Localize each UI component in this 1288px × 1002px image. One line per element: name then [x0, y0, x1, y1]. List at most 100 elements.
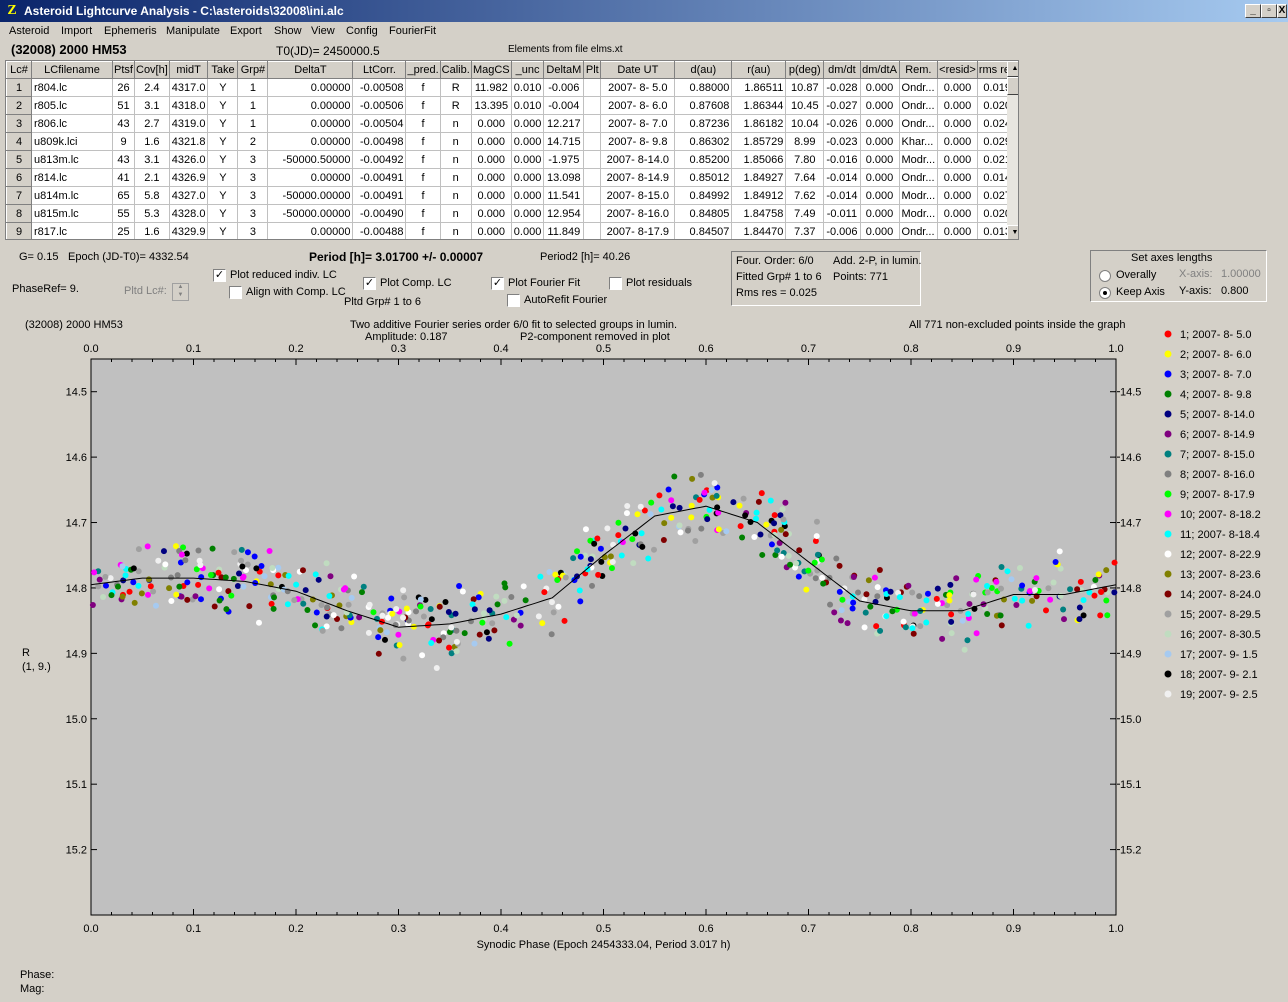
table-cell[interactable]: 0.000: [470, 132, 512, 151]
table-cell[interactable]: 1.6: [134, 222, 170, 239]
table-cell[interactable]: Y: [207, 78, 239, 97]
table-cell[interactable]: n: [439, 186, 472, 205]
table-cell[interactable]: -0.027: [823, 96, 861, 115]
keep-axis-radio[interactable]: [1099, 287, 1111, 299]
table-cell[interactable]: f: [405, 168, 441, 187]
table-cell[interactable]: 4318.0: [168, 96, 209, 115]
table-cell[interactable]: 2.1: [134, 168, 170, 187]
table-cell[interactable]: 11.849: [543, 222, 585, 239]
table-row[interactable]: 7 u814m.lc 65 5.8 4327.0 Y 3 -50000.00000 -0.004…: [6, 186, 1018, 205]
table-cell[interactable]: 0.00000: [267, 78, 354, 97]
table-cell[interactable]: 13.098: [543, 168, 585, 187]
chart-svg[interactable]: 0.0 0.0 0.1 0.1 0.2 0.2 0.3 0.3 0.4 0.4 0.5 0.5 0.6 0…: [19, 315, 1269, 963]
table-row[interactable]: 5 u813m.lc 43 3.1 4326.0 Y 3 -50000.50000 -0.004…: [6, 150, 1018, 169]
table-cell[interactable]: 3.1: [134, 150, 170, 169]
menu-view[interactable]: View: [311, 25, 335, 37]
table-cell[interactable]: 1.84758: [731, 204, 787, 223]
table-cell[interactable]: 0.000: [859, 96, 900, 115]
table-cell[interactable]: Khar...: [898, 132, 939, 151]
table-cell[interactable]: 2007- 8-16.0: [600, 204, 676, 223]
table-row[interactable]: 8 u815m.lc 55 5.3 4328.0 Y 3 -50000.00000 -0.004…: [6, 204, 1018, 223]
table-cell[interactable]: f: [405, 186, 441, 205]
table-cell[interactable]: -0.006: [543, 78, 585, 97]
table-cell[interactable]: 0.000: [859, 132, 900, 151]
table-cell[interactable]: u809k.lci: [31, 132, 113, 151]
table-cell[interactable]: 10.45: [785, 96, 825, 115]
table-cell[interactable]: -0.00491: [352, 186, 407, 205]
table-cell[interactable]: 0.00000: [267, 222, 354, 239]
column-header[interactable]: DeltaM: [543, 61, 585, 79]
table-cell[interactable]: 0.00000: [267, 114, 354, 133]
column-header[interactable]: MagCS: [470, 61, 512, 79]
table-cell[interactable]: u813m.lc: [31, 150, 113, 169]
table-cell[interactable]: 0.000: [937, 132, 978, 151]
table-cell[interactable]: 7.37: [785, 222, 825, 239]
table-cell[interactable]: -0.00488: [352, 222, 407, 239]
menu-fourierfit[interactable]: FourierFit: [389, 25, 436, 37]
table-cell[interactable]: 13.395: [470, 96, 512, 115]
table-cell[interactable]: 2007- 8-17.9: [600, 222, 676, 239]
table-cell[interactable]: 3: [237, 186, 269, 205]
table-cell[interactable]: 7.62: [785, 186, 825, 205]
table-cell[interactable]: 43: [112, 150, 135, 169]
table-cell[interactable]: Y: [207, 222, 239, 239]
table-cell[interactable]: 7.49: [785, 204, 825, 223]
row-header[interactable]: 1: [6, 78, 32, 97]
table-cell[interactable]: 4326.0: [168, 150, 209, 169]
table-cell[interactable]: 0.000: [937, 222, 978, 239]
row-header[interactable]: 3: [6, 114, 32, 133]
table-cell[interactable]: 0.85012: [674, 168, 733, 187]
table-cell[interactable]: 2007- 8- 5.0: [600, 78, 676, 97]
table-cell[interactable]: 4319.0: [168, 114, 209, 133]
menu-import[interactable]: Import: [61, 25, 92, 37]
xaxis-value[interactable]: 1.00000: [1221, 268, 1261, 280]
table-cell[interactable]: 0.000: [859, 204, 900, 223]
table-cell[interactable]: 0.000: [470, 204, 512, 223]
table-cell[interactable]: -50000.50000: [267, 150, 354, 169]
table-cell[interactable]: [583, 132, 602, 151]
table-cell[interactable]: -0.00491: [352, 168, 407, 187]
column-header[interactable]: p(deg): [785, 61, 825, 79]
table-cell[interactable]: 12.954: [543, 204, 585, 223]
table-cell[interactable]: 3: [237, 168, 269, 187]
table-cell[interactable]: n: [439, 132, 472, 151]
menu-ephemeris[interactable]: Ephemeris: [104, 25, 157, 37]
table-cell[interactable]: 1.84912: [731, 186, 787, 205]
scroll-up-arrow-icon[interactable]: ▲: [1007, 61, 1018, 77]
pltd-lc-spinner[interactable]: ▲ ▼: [172, 283, 189, 301]
table-cell[interactable]: 3: [237, 150, 269, 169]
table-cell[interactable]: 1: [237, 96, 269, 115]
table-cell[interactable]: 1.84470: [731, 222, 787, 239]
column-header[interactable]: Lc#: [6, 61, 32, 79]
menu-export[interactable]: Export: [230, 25, 262, 37]
table-cell[interactable]: 11.982: [470, 78, 512, 97]
row-header[interactable]: 8: [6, 204, 32, 223]
table-cell[interactable]: Y: [207, 168, 239, 187]
table-cell[interactable]: 4329.9: [168, 222, 209, 239]
table-cell[interactable]: -0.006: [823, 222, 861, 239]
table-cell[interactable]: 0.000: [470, 150, 512, 169]
table-cell[interactable]: 65: [112, 186, 135, 205]
plot-area[interactable]: [90, 358, 1117, 916]
table-cell[interactable]: -0.016: [823, 150, 861, 169]
table-row[interactable]: 4 u809k.lci 9 1.6 4321.8 Y 2 0.00000 -0.00498 f n 0…: [6, 132, 1018, 151]
table-cell[interactable]: 0.000: [510, 168, 545, 187]
table-cell[interactable]: 1.85066: [731, 150, 787, 169]
minimize-button[interactable]: _: [1245, 4, 1261, 18]
table-cell[interactable]: 11.541: [543, 186, 585, 205]
table-cell[interactable]: 0.87608: [674, 96, 733, 115]
column-header[interactable]: DeltaT: [267, 61, 354, 79]
table-cell[interactable]: f: [405, 132, 441, 151]
table-cell[interactable]: Modr...: [898, 186, 939, 205]
table-cell[interactable]: 0.010: [510, 78, 545, 97]
table-cell[interactable]: [583, 186, 602, 205]
table-cell[interactable]: 0.84507: [674, 222, 733, 239]
table-cell[interactable]: 3: [237, 204, 269, 223]
table-row[interactable]: 1 r804.lc 26 2.4 4317.0 Y 1 0.00000 -0.00508 f R 11…: [6, 78, 1018, 97]
table-row[interactable]: 3 r806.lc 43 2.7 4319.0 Y 1 0.00000 -0.00504 f n 0.…: [6, 114, 1018, 133]
table-cell[interactable]: R: [439, 78, 472, 97]
table-cell[interactable]: [583, 78, 602, 97]
column-header[interactable]: Grp#: [237, 61, 269, 79]
column-header[interactable]: midT: [168, 61, 209, 79]
table-cell[interactable]: 1.84927: [731, 168, 787, 187]
